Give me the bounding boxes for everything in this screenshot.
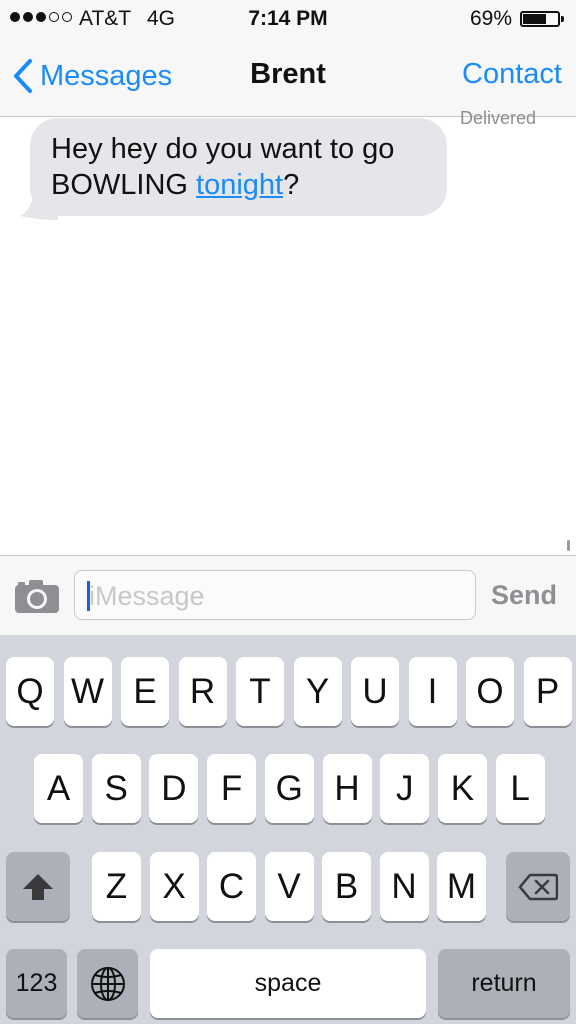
message-text-after: ? <box>283 169 300 201</box>
backspace-icon <box>518 873 558 900</box>
key-z[interactable]: Z <box>92 852 141 921</box>
battery-level-fill <box>523 14 546 24</box>
key-q[interactable]: Q <box>6 657 54 726</box>
key-a[interactable]: A <box>34 754 83 823</box>
key-p[interactable]: P <box>523 657 572 726</box>
key-k[interactable]: K <box>437 754 487 823</box>
key-n[interactable]: N <box>379 852 429 921</box>
camera-icon[interactable] <box>14 578 60 614</box>
key-h[interactable]: H <box>322 754 372 823</box>
key-s[interactable]: S <box>91 754 141 823</box>
key-c[interactable]: C <box>207 852 256 921</box>
top-bar: AT&T 4G 7:14 PM 69% Messages Brent Conta… <box>0 0 576 117</box>
key-o[interactable]: O <box>466 657 514 726</box>
key-v[interactable]: V <box>264 852 314 921</box>
globe-key[interactable] <box>77 949 138 1018</box>
key-u[interactable]: U <box>351 657 399 726</box>
battery-percent-label: 69% <box>470 7 513 30</box>
delete-key[interactable] <box>506 852 570 921</box>
delivered-status: Delivered <box>460 108 537 128</box>
battery-tip <box>561 16 564 22</box>
key-e[interactable]: E <box>121 657 169 726</box>
contact-button[interactable]: Contact <box>462 58 562 91</box>
key-j[interactable]: J <box>380 754 430 823</box>
message-input-placeholder: iMessage <box>89 581 205 611</box>
key-b[interactable]: B <box>322 852 371 921</box>
space-key[interactable]: space <box>150 949 426 1018</box>
message-input-field[interactable]: iMessage <box>74 570 476 620</box>
message-date-link[interactable]: tonight <box>196 169 283 201</box>
message-text: Hey hey do you want to go BOWLING tonigh… <box>51 131 441 203</box>
key-f[interactable]: F <box>207 754 257 823</box>
key-r[interactable]: R <box>178 657 227 726</box>
navigation-bar: Messages Brent Contact <box>0 38 576 116</box>
key-g[interactable]: G <box>264 754 314 823</box>
key-y[interactable]: Y <box>293 657 342 726</box>
return-key[interactable]: return <box>438 949 570 1018</box>
keyboard: 123 space return QWERTYUIOP ASDFGHJKL ZXCV… <box>0 635 576 1024</box>
send-button[interactable]: Send <box>491 580 557 611</box>
status-bar: AT&T 4G 7:14 PM 69% <box>0 0 576 38</box>
numbers-key[interactable]: 123 <box>6 949 67 1018</box>
key-x[interactable]: X <box>149 852 199 921</box>
shift-key[interactable] <box>6 852 70 921</box>
key-d[interactable]: D <box>149 754 199 823</box>
key-t[interactable]: T <box>236 657 284 726</box>
key-i[interactable]: I <box>408 657 457 726</box>
key-w[interactable]: W <box>63 657 112 726</box>
scroll-indicator <box>567 540 570 551</box>
shift-arrow-icon <box>23 873 53 900</box>
globe-icon <box>90 966 125 1001</box>
key-m[interactable]: M <box>437 852 486 921</box>
battery-icon <box>520 11 560 27</box>
key-l[interactable]: L <box>495 754 545 823</box>
message-input-bar: iMessage Send <box>0 555 576 636</box>
